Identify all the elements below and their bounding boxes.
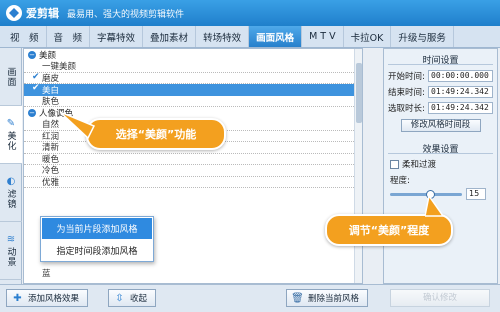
list-scrollbar[interactable] (354, 49, 362, 283)
style-category-sidebar: 画面 ✎ 美化 ◐ 滤镜 ≋ 动景 (0, 48, 22, 284)
sidebar-item-label: 动景 (5, 247, 16, 267)
sidebar-item-beautify[interactable]: ✎ 美化 (0, 106, 22, 164)
tab-mtv[interactable]: M T V (302, 26, 344, 47)
end-time-row: 结束时间: 01:49:24.342 (388, 85, 493, 99)
add-style-button[interactable]: ✚ 添加风格效果 (6, 289, 89, 307)
sidebar-item-label: 画面 (5, 66, 16, 87)
item-label: 一键美颜 (42, 62, 77, 73)
sidebar-item-filter[interactable]: ◐ 滤镜 (0, 164, 22, 222)
collapse-arrows-icon: ⇳ (115, 292, 124, 304)
start-time-row: 开始时间: 00:00:00.000 (388, 69, 493, 83)
layers-icon: ≋ (6, 234, 16, 245)
item-label: 冷色 (42, 166, 60, 177)
app-slogan: 最易用、强大的视频剪辑软件 (67, 9, 185, 20)
tab-upgrade-service[interactable]: 升级与服务 (391, 26, 454, 47)
item-label: 自然 (42, 120, 60, 131)
item-label: 蓝 (42, 268, 51, 279)
collapse-label: 收起 (130, 294, 148, 304)
effect-settings-header: 效果设置 (388, 142, 493, 155)
sidebar-item-picture[interactable]: 画面 (0, 48, 22, 106)
tab-overlay-materials[interactable]: 叠加素材 (143, 26, 197, 47)
soft-transition-row: 柔和过渡 (390, 158, 491, 170)
add-style-context-menu: 为当前片段添加风格 指定时间段添加风格 (40, 216, 154, 262)
confirm-modify-button[interactable]: 确认修改 (390, 289, 490, 307)
group-beauty[interactable]: − 美颜 (24, 49, 362, 61)
collapse-icon: − (28, 109, 36, 117)
item-label: 肤色 (42, 96, 60, 107)
callout-right-pointer (425, 196, 445, 217)
start-time-label: 开始时间: (388, 72, 425, 82)
title-bar: 爱剪辑 最易用、强大的视频剪辑软件 (0, 0, 500, 26)
list-item-selected[interactable]: ✔ 美白 (24, 83, 362, 96)
list-item[interactable]: ✔ 磨皮 (24, 71, 362, 84)
add-icon: ✚ (13, 292, 22, 304)
tab-subtitle-effects[interactable]: 字幕特效 (90, 26, 144, 47)
collapse-icon: − (28, 51, 36, 59)
callout-left-pointer (60, 112, 96, 140)
group-label: 美颜 (39, 51, 57, 61)
callout-text: 选择“美颜”功能 (115, 128, 197, 141)
soft-transition-label: 柔和过渡 (402, 160, 437, 170)
check-icon: ✔ (32, 83, 40, 93)
wand-icon: ✎ (6, 118, 16, 129)
add-style-label: 添加风格效果 (28, 294, 80, 304)
item-label: 磨皮 (42, 73, 60, 84)
callout-text: 调节“美颜”程度 (348, 224, 430, 237)
menu-item-add-to-current-clip[interactable]: 为当前片段添加风格 (42, 218, 152, 239)
item-label: 优雅 (42, 177, 60, 188)
tab-audio[interactable]: 音 频 (47, 26, 91, 47)
soft-transition-checkbox[interactable] (390, 159, 399, 169)
list-item[interactable]: 优雅 (24, 177, 362, 188)
delete-style-label: 删除当前风格 (308, 294, 360, 304)
collapse-button[interactable]: ⇳ 收起 (108, 289, 157, 307)
item-label: 暖色 (42, 154, 60, 165)
callout-adjust-beauty: 调节“美颜”程度 (325, 214, 453, 246)
end-time-input[interactable]: 01:49:24.342 (428, 86, 493, 98)
degree-value-input[interactable]: 15 (466, 188, 486, 200)
time-settings-header: 时间设置 (388, 53, 493, 66)
modify-time-range-button[interactable]: 修改风格时间段 (400, 119, 481, 132)
trash-icon: 🗑 (291, 292, 304, 304)
menu-item-add-to-time-range[interactable]: 指定时间段添加风格 (42, 240, 152, 261)
bottom-toolbar: ✚ 添加风格效果 ⇳ 收起 🗑 删除当前风格 确认修改 (0, 284, 500, 312)
tab-video[interactable]: 视 频 (3, 26, 47, 47)
item-label: 红润 (42, 131, 60, 142)
sidebar-item-dynamic-scene[interactable]: ≋ 动景 (0, 222, 22, 280)
main-tabs: 视 频 音 频 字幕特效 叠加素材 转场特效 画面风格 M T V 卡拉OK 升… (0, 26, 500, 48)
tab-karaoke[interactable]: 卡拉OK (344, 26, 392, 47)
app-logo-icon (6, 5, 22, 21)
duration-label: 选取时长: (388, 104, 425, 114)
tab-picture-style[interactable]: 画面风格 (249, 26, 303, 47)
item-label: 清新 (42, 143, 60, 154)
settings-panel: 时间设置 开始时间: 00:00:00.000 结束时间: 01:49:24.3… (383, 48, 498, 284)
check-icon: ✔ (32, 71, 40, 82)
tab-transitions[interactable]: 转场特效 (196, 26, 250, 47)
delete-style-button[interactable]: 🗑 删除当前风格 (286, 289, 369, 307)
callout-select-beauty: 选择“美颜”功能 (86, 118, 226, 150)
sidebar-item-label: 滤镜 (5, 189, 16, 209)
start-time-input[interactable]: 00:00:00.000 (428, 70, 493, 82)
scroll-thumb[interactable] (356, 63, 362, 123)
list-item[interactable]: 暖色 (24, 154, 362, 165)
filter-icon: ◐ (6, 176, 16, 187)
list-item[interactable]: 一键美颜 (24, 61, 362, 73)
sidebar-item-label: 美化 (5, 131, 16, 151)
duration-input[interactable]: 01:49:24.342 (428, 102, 493, 114)
list-item[interactable]: 蓝 (24, 267, 51, 279)
list-item[interactable]: 冷色 (24, 165, 362, 177)
duration-row: 选取时长: 01:49:24.342 (388, 101, 493, 115)
app-name: 爱剪辑 (26, 7, 59, 20)
degree-label: 程度: (390, 176, 410, 186)
end-time-label: 结束时间: (388, 88, 425, 98)
list-item[interactable]: 肤色 (24, 96, 362, 107)
